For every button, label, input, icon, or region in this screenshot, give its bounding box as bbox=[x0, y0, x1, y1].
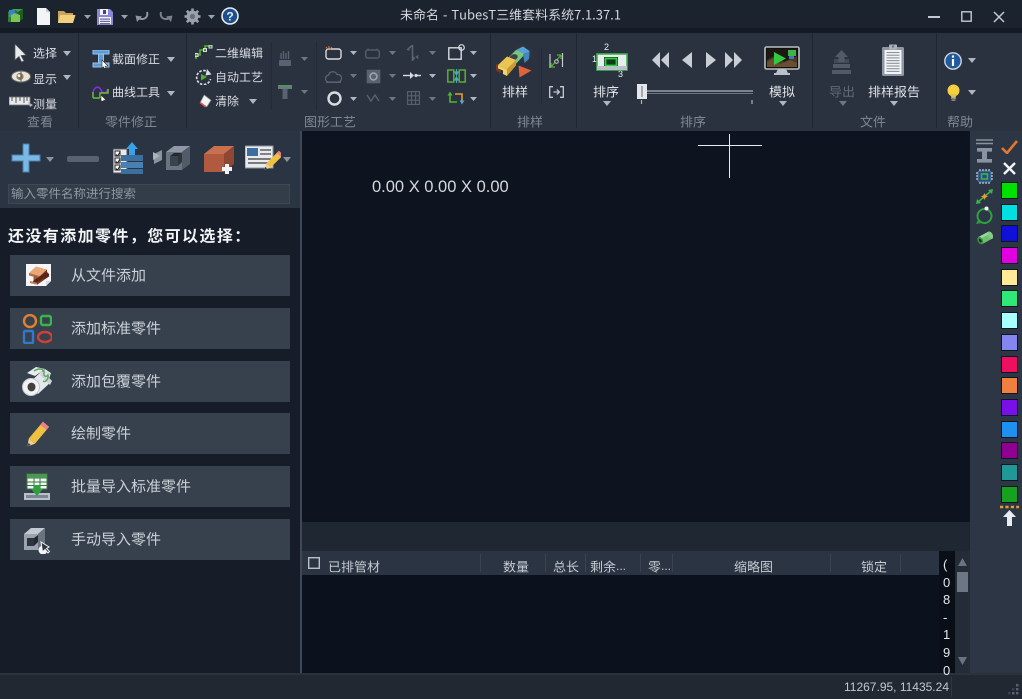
svg-text:2: 2 bbox=[604, 42, 609, 52]
svg-text:?: ? bbox=[226, 10, 233, 24]
